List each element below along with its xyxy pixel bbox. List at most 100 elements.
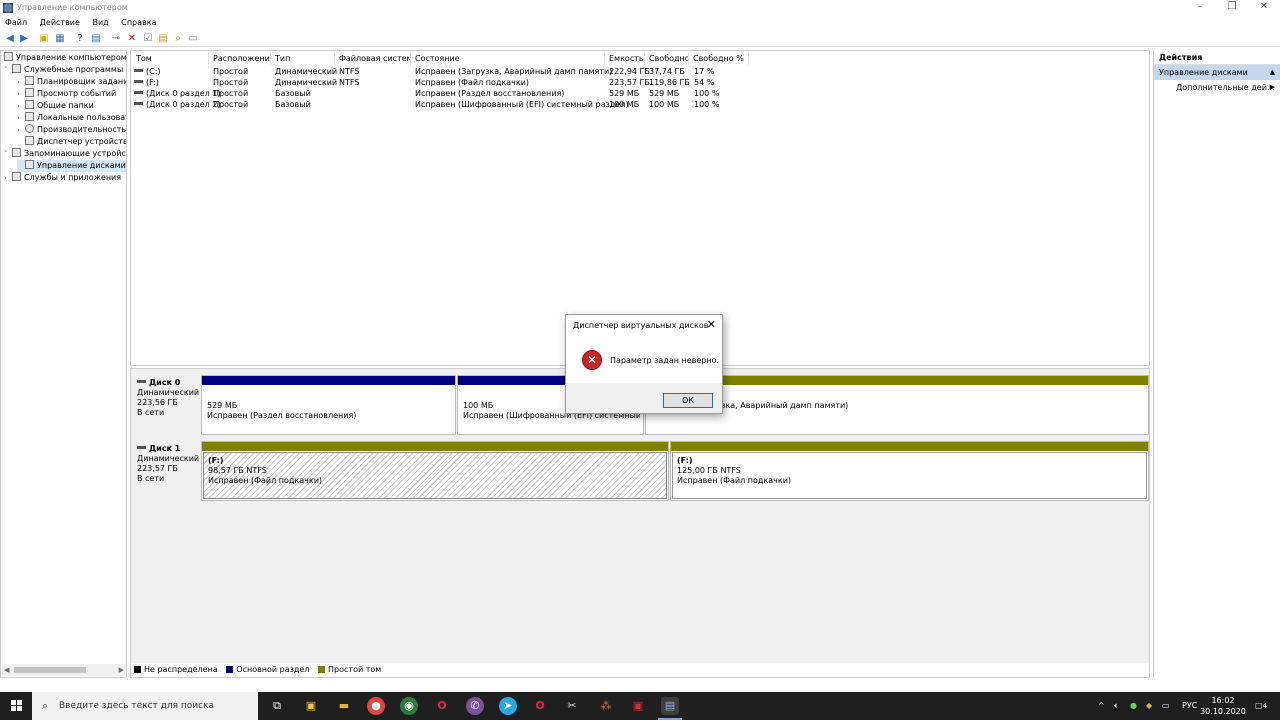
partition-f[interactable]: (F:) 125,00 ГБ NTFS Исправен (Файл подка… — [670, 441, 1149, 501]
dialog-close-icon[interactable]: ✕ — [707, 318, 716, 331]
menu-help[interactable]: Справка — [116, 16, 161, 27]
table-row-volume[interactable]: (F:) — [134, 77, 159, 88]
more-actions-item[interactable]: Дополнительные дей... ▶ — [1154, 80, 1280, 95]
menu-view[interactable]: Вид — [87, 16, 113, 27]
back-icon[interactable]: ◀ — [4, 33, 16, 45]
table-row-volume[interactable]: (Диск 0 раздел 1) — [134, 88, 221, 99]
scroll-left-icon[interactable]: ◀ — [4, 664, 9, 676]
window-title: Управление компьютером — [17, 3, 128, 12]
disk-label[interactable]: Диск 1 Динамический 223,57 ГБ В сети — [133, 441, 199, 503]
properties-icon[interactable]: ▤ — [90, 33, 102, 45]
up-folder-icon[interactable]: ▣ — [38, 33, 50, 45]
app-tray-icon[interactable]: ● — [1130, 692, 1137, 720]
legend-swatch-primary — [226, 666, 234, 673]
table-cell: Базовый — [275, 100, 311, 109]
toolbar: ◀ ▶ ▣ ▦ ? ▤ ⊸ ✕ ☑ ▤ ⌕ ▭ — [0, 31, 1280, 47]
table-cell: 223,57 ГБ — [609, 78, 650, 87]
tree-item-shared-folders[interactable]: › Общие папки — [17, 100, 94, 112]
tree-item-system-tools[interactable]: ˅ Служебные программы — [4, 64, 123, 76]
actions-pane: Действия Управление дисками ▲ Дополнитель… — [1153, 50, 1280, 678]
tree-item-disk-management[interactable]: Управление дисками — [17, 160, 126, 172]
horizontal-scrollbar[interactable]: ◀ ▶ — [2, 664, 126, 676]
partition-recovery[interactable]: 529 МБ Исправен (Раздел восстановления) — [201, 375, 456, 435]
tree-item-event-viewer[interactable]: › Просмотр событий — [17, 88, 116, 100]
notifications-icon[interactable]: ▢4 — [1255, 692, 1267, 720]
language-indicator[interactable]: РУС — [1182, 692, 1197, 720]
column-header-layout[interactable]: Расположение — [209, 53, 271, 65]
scroll-thumb[interactable] — [14, 667, 86, 673]
column-header-volume[interactable]: Том — [132, 53, 209, 65]
telegram-icon[interactable]: ➤ — [499, 697, 517, 715]
close-window-button[interactable]: ✕ — [1248, 0, 1280, 16]
clock[interactable]: 16:02 30.10.2020 — [1198, 695, 1248, 717]
taskbar-search-box[interactable]: ⌕ Введите здесь текст для поиска — [32, 692, 258, 720]
open-icon[interactable]: ▤ — [157, 33, 169, 45]
help-icon[interactable]: ? — [74, 33, 86, 45]
tree-item-computer-management[interactable]: Управление компьютером (л — [4, 52, 126, 64]
legend: Не распределена Основной раздел Простой … — [131, 663, 1149, 677]
tree-item-device-manager[interactable]: Диспетчер устройств — [17, 136, 126, 148]
computer-management-taskbar-icon[interactable]: ▤ — [661, 697, 679, 715]
network-icon[interactable]: ▭ — [1162, 692, 1170, 720]
event-viewer-icon — [25, 88, 34, 97]
delete-icon[interactable]: ✕ — [126, 33, 138, 45]
maximize-button[interactable]: ❐ — [1216, 0, 1248, 16]
partition-color-bar — [202, 442, 668, 451]
show-tree-icon[interactable]: ▦ — [54, 33, 66, 45]
scroll-right-icon[interactable]: ▶ — [119, 664, 124, 676]
tree-item-performance[interactable]: › Производительность — [17, 124, 126, 136]
disk-label[interactable]: Диск 0 Динамический 223,56 ГБ В сети — [133, 375, 199, 437]
list-view-icon[interactable]: ▭ — [187, 33, 199, 45]
menu-file[interactable]: Файл — [0, 16, 32, 27]
column-header-free[interactable]: Свободно — [645, 53, 689, 65]
browser-icon[interactable]: ◉ — [400, 697, 418, 715]
table-row-volume[interactable]: (C:) — [134, 66, 161, 77]
legend-swatch-simple — [318, 666, 326, 673]
task-view-icon[interactable]: ⧉ — [268, 697, 286, 715]
actions-section[interactable]: Управление дисками ▲ — [1154, 65, 1280, 80]
collapse-up-icon[interactable]: ▲ — [1270, 65, 1275, 80]
table-row-volume[interactable]: (Диск 0 раздел 2) — [134, 99, 221, 110]
viber-icon[interactable]: ✆ — [466, 697, 484, 715]
media-app-icon[interactable]: ▣ — [629, 697, 647, 715]
column-header-filesystem[interactable]: Файловая система — [335, 53, 411, 65]
opera-gx-icon[interactable]: O — [531, 697, 549, 715]
tray-chevron-icon[interactable]: ^ — [1098, 692, 1105, 720]
navigation-tree: Управление компьютером (л ˅ Служебные про… — [0, 50, 127, 678]
check-icon[interactable]: ☑ — [142, 33, 154, 45]
table-cell: Простой — [213, 67, 249, 76]
table-cell: Базовый — [275, 89, 311, 98]
shared-folder-icon — [25, 100, 34, 109]
ok-button[interactable]: ОК — [663, 393, 713, 408]
tools-app-icon[interactable]: ✂ — [563, 697, 581, 715]
connect-icon[interactable]: ⊸ — [110, 33, 122, 45]
tree-item-storage[interactable]: ˅ Запоминающие устройст — [4, 148, 126, 160]
storage-icon — [12, 148, 21, 157]
partition-color-bar — [202, 376, 455, 385]
error-dialog: Диспетчер виртуальных дисков ✕ ✕ Парамет… — [565, 314, 723, 414]
title-bar: Управление компьютером – ❐ ✕ — [0, 0, 1280, 16]
menu-action[interactable]: Действие — [35, 16, 85, 27]
wifi-tray-icon[interactable]: ◆ — [1146, 692, 1152, 720]
tree-item-services-apps[interactable]: › Службы и приложения — [4, 172, 121, 184]
tree-item-local-users[interactable]: › Локальные пользовате — [17, 112, 126, 124]
forward-icon[interactable]: ▶ — [18, 33, 30, 45]
search-icon[interactable]: ⌕ — [172, 33, 184, 45]
minimize-button[interactable]: – — [1184, 0, 1216, 16]
opera-icon[interactable]: O — [433, 697, 451, 715]
chrome-icon[interactable]: ● — [367, 697, 385, 715]
table-cell: 37,74 ГБ — [649, 67, 685, 76]
speaker-icon[interactable]: 🔈︎ — [1114, 692, 1119, 720]
start-button[interactable] — [0, 692, 32, 720]
tree-item-task-scheduler[interactable]: › Планировщик заданий — [17, 76, 126, 88]
column-header-capacity[interactable]: Емкость — [605, 53, 645, 65]
column-header-free-percent[interactable]: Свободно % — [689, 53, 749, 65]
file-explorer-icon[interactable]: ▬ — [335, 697, 353, 715]
partition-f-selected[interactable]: (F:) 98,57 ГБ NTFS Исправен (Файл подкач… — [201, 441, 669, 501]
volume-icon — [134, 80, 143, 83]
column-header-status[interactable]: Состояние — [411, 53, 605, 65]
table-cell: 17 % — [694, 67, 715, 76]
store-icon[interactable]: ▣ — [302, 697, 320, 715]
network-app-icon[interactable]: ⁂ — [597, 697, 615, 715]
column-header-type[interactable]: Тип — [271, 53, 335, 65]
